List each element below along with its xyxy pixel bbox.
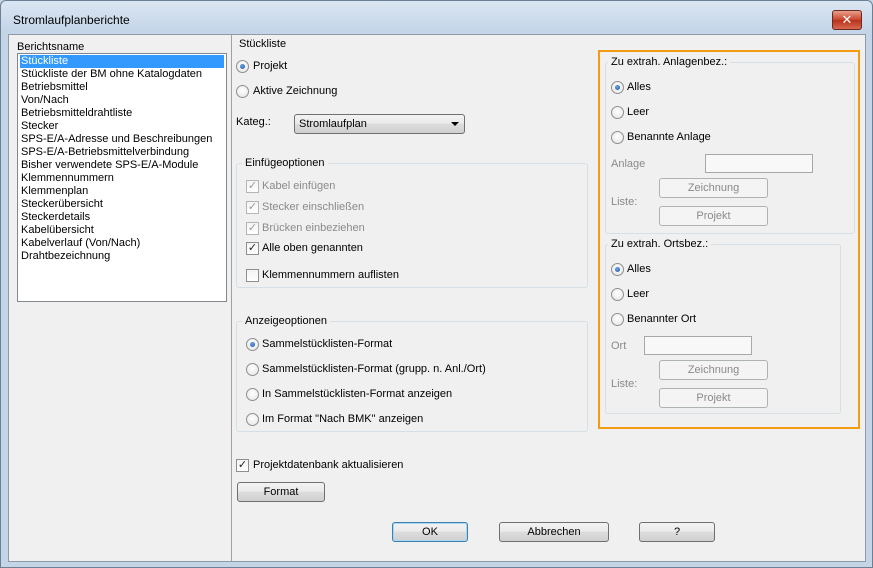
report-list-header: Berichtsname	[17, 41, 85, 53]
kategorie-dropdown[interactable]: Stromlaufplan	[294, 114, 465, 134]
cancel-button[interactable]: Abbrechen	[499, 522, 609, 542]
panel-divider	[231, 35, 232, 561]
list-item[interactable]: Klemmenplan	[20, 185, 224, 198]
dialog-client-area: Berichtsname Stückliste Stückliste der B…	[8, 34, 866, 562]
list-item[interactable]: Kabelübersicht	[20, 224, 224, 237]
kategorie-value: Stromlaufplan	[299, 118, 367, 130]
radio-anzeige-3[interactable]	[246, 388, 259, 401]
check-icon: ✓	[247, 242, 258, 254]
list-item[interactable]: Stecker	[20, 120, 224, 133]
checkbox-bruecken-label: Brücken einbeziehen	[262, 222, 365, 234]
stueckliste-title: Stückliste	[239, 38, 287, 50]
kategorie-label: Kateg.:	[236, 116, 271, 128]
checkbox-alle[interactable]: ✓	[246, 242, 259, 255]
check-icon: ✓	[247, 222, 258, 234]
list-item[interactable]: SPS-E/A-Betriebsmittelverbindung	[20, 146, 224, 159]
ok-button[interactable]: OK	[392, 522, 468, 542]
einfuegeoptionen-title: Einfügeoptionen	[242, 157, 328, 169]
dialog-window: Stromlaufplanberichte ✕ Berichtsname Stü…	[0, 0, 873, 568]
close-button[interactable]: ✕	[832, 10, 862, 30]
window-title: Stromlaufplanberichte	[13, 13, 130, 27]
radio-anzeige-3-label: In Sammelstücklisten-Format anzeigen	[262, 388, 453, 400]
chevron-down-icon	[451, 122, 459, 126]
list-item[interactable]: Drahtbezeichnung	[20, 250, 224, 263]
list-item[interactable]: Stückliste	[20, 55, 224, 68]
radio-anzeige-1-label: Sammelstücklisten-Format	[262, 338, 393, 350]
checkbox-kabel-label: Kabel einfügen	[262, 180, 336, 192]
radio-aktive-zeichnung-label: Aktive Zeichnung	[253, 85, 338, 97]
checkbox-stecker-label: Stecker einschließen	[262, 201, 365, 213]
radio-aktive-zeichnung[interactable]	[236, 85, 249, 98]
list-item[interactable]: Stückliste der BM ohne Katalogdaten	[20, 68, 224, 81]
checkbox-bruecken[interactable]: ✓	[246, 222, 259, 235]
close-icon: ✕	[841, 12, 853, 27]
checkbox-projektdatenbank[interactable]: ✓	[236, 459, 249, 472]
checkbox-kabel[interactable]: ✓	[246, 180, 259, 193]
radio-anzeige-4-label: Im Format "Nach BMK" anzeigen	[262, 413, 424, 425]
list-item[interactable]: Kabelverlauf (Von/Nach)	[20, 237, 224, 250]
anzeigeoptionen-title: Anzeigeoptionen	[242, 315, 330, 327]
radio-projekt-label: Projekt	[253, 60, 288, 72]
highlight-frame	[598, 50, 860, 429]
list-item[interactable]: Bisher verwendete SPS-E/A-Module	[20, 159, 224, 172]
radio-anzeige-4[interactable]	[246, 413, 259, 426]
checkbox-projektdatenbank-label: Projektdatenbank aktualisieren	[253, 459, 404, 471]
list-item[interactable]: SPS-E/A-Adresse und Beschreibungen	[20, 133, 224, 146]
checkbox-alle-label: Alle oben genannten	[262, 242, 363, 254]
radio-projekt[interactable]	[236, 60, 249, 73]
check-icon: ✓	[247, 180, 258, 192]
list-item[interactable]: Steckerdetails	[20, 211, 224, 224]
radio-anzeige-1[interactable]	[246, 338, 259, 351]
list-item[interactable]: Betriebsmittel	[20, 81, 224, 94]
list-item[interactable]: Klemmennummern	[20, 172, 224, 185]
radio-anzeige-2-label: Sammelstücklisten-Format (grupp. n. Anl.…	[262, 363, 486, 375]
list-item[interactable]: Betriebsmitteldrahtliste	[20, 107, 224, 120]
checkbox-klemmen-label: Klemmennummern auflisten	[262, 269, 399, 281]
check-icon: ✓	[247, 201, 258, 213]
report-listbox[interactable]: Stückliste Stückliste der BM ohne Katalo…	[17, 53, 227, 302]
help-button[interactable]: ?	[639, 522, 715, 542]
list-item[interactable]: Von/Nach	[20, 94, 224, 107]
list-item[interactable]: Steckerübersicht	[20, 198, 224, 211]
checkbox-klemmen[interactable]	[246, 269, 259, 282]
check-icon: ✓	[237, 459, 248, 471]
radio-anzeige-2[interactable]	[246, 363, 259, 376]
format-button[interactable]: Format	[237, 482, 325, 502]
checkbox-stecker[interactable]: ✓	[246, 201, 259, 214]
